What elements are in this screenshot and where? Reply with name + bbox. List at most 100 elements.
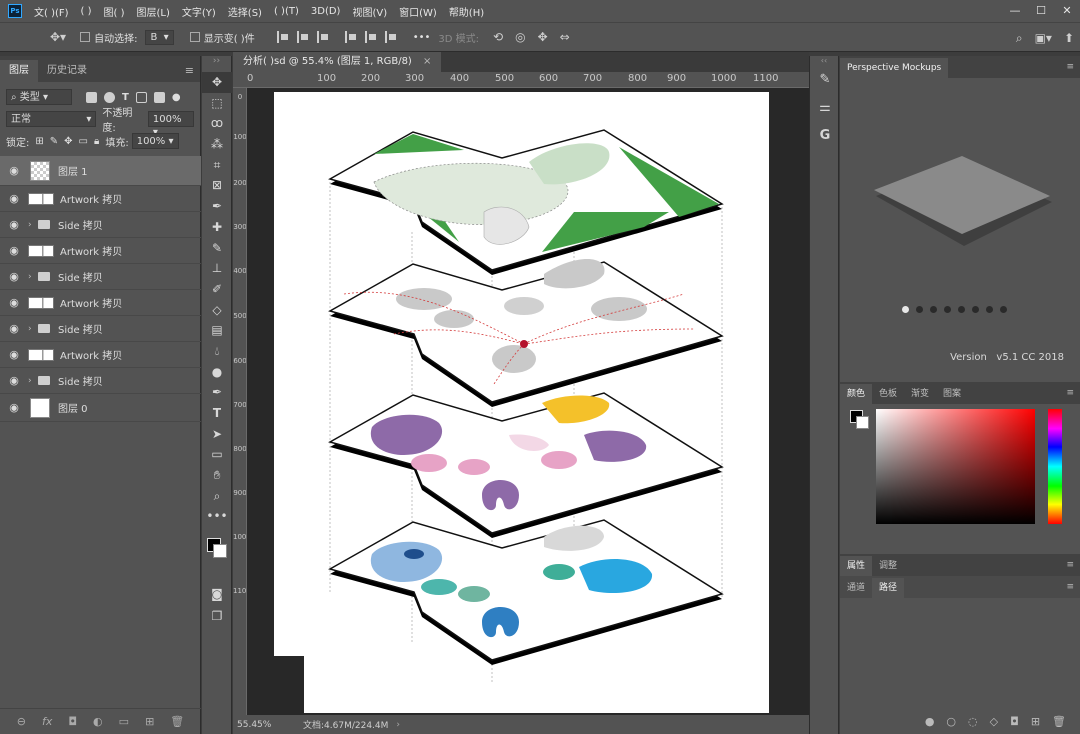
marquee-tool-icon[interactable]: ⬚ bbox=[202, 93, 232, 114]
close-window-button[interactable]: ✕ bbox=[1054, 0, 1080, 22]
visibility-eye-icon[interactable]: ◉ bbox=[0, 374, 28, 387]
background-color-chip[interactable] bbox=[856, 416, 869, 429]
trash-icon[interactable]: 🗑︎ bbox=[170, 715, 184, 728]
color-picker-field[interactable] bbox=[876, 409, 1035, 524]
crop-tool-icon[interactable]: ⌗ bbox=[202, 155, 232, 176]
adjustments-icon[interactable]: ⚌ bbox=[810, 94, 840, 122]
carousel-dot[interactable] bbox=[944, 306, 951, 313]
strip-grip-icon[interactable]: ‹‹ bbox=[810, 56, 838, 66]
new-layer-icon[interactable]: ⊞ bbox=[145, 715, 154, 728]
menu-help[interactable]: 帮助(H) bbox=[443, 4, 490, 19]
clone-stamp-tool-icon[interactable]: ⊥ bbox=[202, 258, 232, 279]
carousel-dot[interactable] bbox=[1000, 306, 1007, 313]
move-tool-preset-icon[interactable]: ✥▾ bbox=[50, 30, 66, 44]
load-selection-icon[interactable]: ◌ bbox=[968, 715, 978, 728]
carousel-dot[interactable] bbox=[972, 306, 979, 313]
menu-select[interactable]: 选择(S) bbox=[222, 4, 268, 19]
carousel-dot[interactable] bbox=[958, 306, 965, 313]
tab-channels[interactable]: 通道 bbox=[840, 578, 872, 598]
3d-rotate-icon[interactable]: ⟲ bbox=[493, 30, 503, 44]
visibility-eye-icon[interactable]: ◉ bbox=[0, 296, 28, 309]
auto-select-checkbox[interactable]: 自动选择: bbox=[80, 30, 137, 45]
visibility-eye-icon[interactable]: ◉ bbox=[0, 218, 28, 231]
eraser-tool-icon[interactable]: ◇ bbox=[202, 300, 232, 321]
panel-menu-icon[interactable]: ≡ bbox=[1066, 554, 1074, 576]
menu-edit[interactable]: ( ) bbox=[75, 6, 98, 17]
tab-paths[interactable]: 路径 bbox=[872, 578, 905, 598]
mockup-preview[interactable] bbox=[840, 78, 1080, 278]
fx-icon[interactable]: fx bbox=[42, 715, 52, 728]
path-selection-tool-icon[interactable]: ➤ bbox=[202, 424, 232, 445]
rectangle-tool-icon[interactable]: ▭ bbox=[202, 444, 232, 465]
filter-pixel-icon[interactable] bbox=[86, 91, 97, 103]
status-arrow-icon[interactable]: › bbox=[396, 720, 400, 730]
3d-slide-icon[interactable]: ⇔ bbox=[560, 30, 570, 44]
share-icon[interactable]: ⬆ bbox=[1064, 31, 1074, 45]
chevron-right-icon[interactable]: › bbox=[28, 272, 38, 282]
visibility-eye-icon[interactable]: ◉ bbox=[0, 322, 28, 335]
new-group-icon[interactable]: ▭ bbox=[119, 715, 129, 728]
3d-roll-icon[interactable]: ◎ bbox=[515, 30, 525, 44]
menu-3d[interactable]: 3D(D) bbox=[305, 6, 347, 17]
layer-row[interactable]: ◉ › Side 拷贝 bbox=[0, 212, 201, 238]
search-icon[interactable]: ⌕ bbox=[1016, 31, 1023, 46]
type-tool-icon[interactable]: T bbox=[202, 403, 232, 424]
filter-shape-icon[interactable] bbox=[135, 91, 147, 103]
hue-slider[interactable] bbox=[1048, 409, 1062, 524]
lasso-tool-icon[interactable]: ꝏ bbox=[202, 113, 232, 134]
carousel-dot[interactable] bbox=[916, 306, 923, 313]
tab-patterns[interactable]: 图案 bbox=[936, 384, 968, 404]
panel-menu-icon[interactable]: ≡ bbox=[1066, 56, 1074, 78]
stroke-path-icon[interactable]: ○ bbox=[946, 715, 956, 728]
fill-input[interactable]: 100% ▾ bbox=[131, 133, 179, 149]
edit-toolbar-icon[interactable]: ••• bbox=[202, 506, 232, 527]
menu-type[interactable]: 文字(Y) bbox=[176, 4, 222, 19]
chevron-right-icon[interactable]: › bbox=[28, 220, 38, 230]
align-top-icon[interactable] bbox=[344, 31, 357, 43]
tab-color[interactable]: 颜色 bbox=[840, 384, 873, 404]
make-path-icon[interactable]: ◇ bbox=[990, 715, 998, 728]
toolbar-grip-icon[interactable]: ›› bbox=[202, 56, 231, 72]
gradient-tool-icon[interactable]: ▤ bbox=[202, 320, 232, 341]
maximize-button[interactable]: ☐ bbox=[1028, 0, 1054, 22]
tab-properties[interactable]: 属性 bbox=[840, 556, 873, 576]
fill-path-icon[interactable]: ● bbox=[925, 715, 935, 728]
plugin-g-icon[interactable]: G bbox=[810, 122, 840, 150]
menu-file[interactable]: 文( )(F) bbox=[28, 4, 75, 19]
tab-gradients[interactable]: 渐变 bbox=[904, 384, 936, 404]
layer-row[interactable]: ◉ › Side 拷贝 bbox=[0, 264, 201, 290]
adjustment-icon[interactable]: ◐ bbox=[93, 715, 103, 728]
opacity-input[interactable]: 100% ▾ bbox=[147, 111, 194, 138]
visibility-eye-icon[interactable]: ◉ bbox=[0, 244, 28, 257]
workspace-switcher-icon[interactable]: ▣▾ bbox=[1035, 31, 1052, 45]
panel-menu-icon[interactable]: ≡ bbox=[185, 60, 194, 82]
lock-pixels-icon[interactable]: ✎ bbox=[50, 136, 58, 147]
auto-select-target-dropdown[interactable]: B ▾ bbox=[145, 29, 174, 45]
visibility-eye-icon[interactable]: ◉ bbox=[0, 348, 28, 361]
pen-tool-icon[interactable]: ✒ bbox=[202, 382, 232, 403]
blur-tool-icon[interactable]: 💧︎ bbox=[202, 341, 232, 362]
carousel-dot[interactable] bbox=[902, 306, 909, 313]
filter-adjustment-icon[interactable] bbox=[104, 91, 115, 103]
blend-mode-dropdown[interactable]: 正常 ▾ bbox=[6, 111, 97, 127]
visibility-eye-icon[interactable]: ◉ bbox=[0, 164, 28, 177]
minimize-button[interactable]: — bbox=[1002, 0, 1028, 22]
menu-layer[interactable]: 图层(L) bbox=[131, 4, 176, 19]
filter-toggle-icon[interactable]: ● bbox=[172, 92, 181, 103]
menu-view[interactable]: 视图(V) bbox=[346, 4, 393, 19]
magic-wand-tool-icon[interactable]: ⁂ bbox=[202, 134, 232, 155]
history-brush-tool-icon[interactable]: ✐ bbox=[202, 279, 232, 300]
document-canvas[interactable] bbox=[274, 92, 769, 713]
layer-row[interactable]: ◉ Artwork 拷贝 bbox=[0, 238, 201, 264]
carousel-dot[interactable] bbox=[930, 306, 937, 313]
frame-tool-icon[interactable]: ⊠ bbox=[202, 175, 232, 196]
visibility-eye-icon[interactable]: ◉ bbox=[0, 192, 28, 205]
layer-row[interactable]: ◉ › Side 拷贝 bbox=[0, 316, 201, 342]
align-center-icon[interactable] bbox=[296, 31, 309, 43]
layer-row[interactable]: ◉ 图层 1 bbox=[0, 156, 201, 186]
quick-mask-icon[interactable]: ◙ bbox=[202, 584, 232, 605]
dodge-tool-icon[interactable]: ● bbox=[202, 362, 232, 383]
visibility-eye-icon[interactable]: ◉ bbox=[0, 270, 28, 283]
brush-settings-icon[interactable]: ✎ bbox=[810, 66, 840, 94]
link-icon[interactable]: ⊖ bbox=[17, 715, 26, 728]
